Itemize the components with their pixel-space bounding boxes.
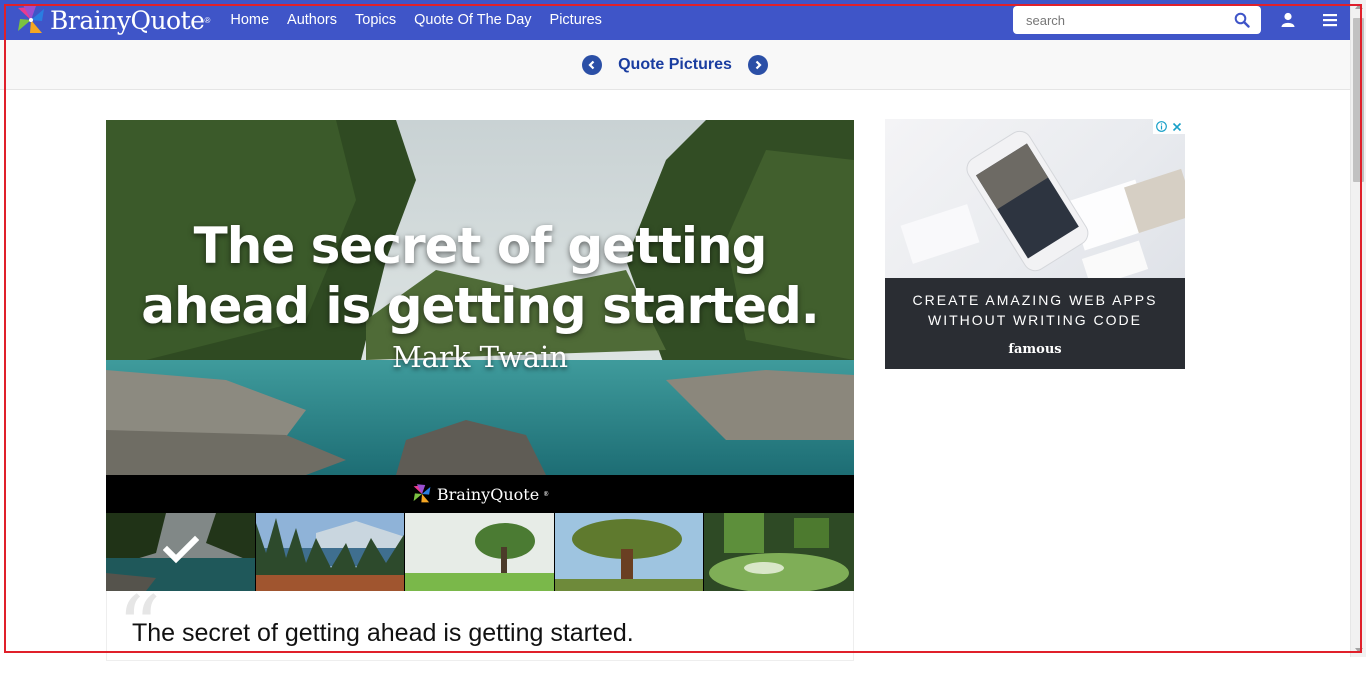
close-icon[interactable] <box>1172 122 1182 132</box>
search-icon[interactable] <box>1234 12 1250 28</box>
search-box <box>1013 6 1261 34</box>
previous-picture-button[interactable] <box>582 54 603 75</box>
pictures-subheader: Quote Pictures <box>0 40 1350 90</box>
page-title[interactable]: Quote Pictures <box>618 56 732 74</box>
pinwheel-logo-icon <box>413 484 431 503</box>
brand-registered: ® <box>543 490 550 498</box>
thumbnail-image <box>255 513 405 591</box>
ad-image <box>885 119 1185 288</box>
logo-text: BrainyQuote <box>50 5 205 35</box>
nav-topics[interactable]: Topics <box>355 12 396 28</box>
brand-text: BrainyQuote <box>436 484 540 504</box>
thumbnail-image <box>405 513 554 591</box>
background-thumbnails <box>106 513 854 591</box>
pinwheel-logo-icon <box>18 5 44 33</box>
top-navbar: BrainyQuote ® Home Authors Topics Quote O… <box>0 0 1350 40</box>
scroll-down-arrow-icon[interactable] <box>1355 648 1363 653</box>
brainyquote-logo[interactable]: BrainyQuote ® <box>14 0 210 40</box>
scroll-up-arrow-icon[interactable] <box>1355 4 1363 9</box>
thumbnail-lake-pines[interactable] <box>255 513 405 591</box>
quote-picture[interactable]: The secret of getting ahead is getting s… <box>106 120 854 475</box>
chevron-right-icon <box>755 60 762 69</box>
nav-authors[interactable]: Authors <box>287 12 337 28</box>
ad-headline-2: WITHOUT WRITING CODE <box>928 312 1142 328</box>
nav-quote-of-the-day[interactable]: Quote Of The Day <box>414 12 531 28</box>
thumbnail-forest-flowers[interactable] <box>704 513 854 591</box>
logo-registered: ® <box>204 15 211 25</box>
picture-quote-line-1: The secret of getting <box>193 217 768 275</box>
nav-home[interactable]: Home <box>230 12 269 28</box>
ad-brand: famous <box>1008 342 1062 357</box>
scroll-thumb[interactable] <box>1353 18 1364 182</box>
quote-card: “ The secret of getting ahead is getting… <box>106 585 854 671</box>
picture-brand-bar: BrainyQuote ® <box>106 475 854 513</box>
search-input[interactable] <box>1013 7 1223 33</box>
main-nav: Home Authors Topics Quote Of The Day Pic… <box>230 12 620 28</box>
advertisement[interactable]: CREATE AMAZING WEB APPS WITHOUT WRITING … <box>885 119 1185 369</box>
ad-text-panel: CREATE AMAZING WEB APPS WITHOUT WRITING … <box>885 278 1185 369</box>
chevron-left-icon <box>588 60 595 69</box>
thumbnail-meadow-tree[interactable] <box>405 513 554 591</box>
checkmark-icon <box>163 535 199 564</box>
hamburger-menu-icon[interactable] <box>1322 13 1338 27</box>
phone-mockup-image <box>900 130 1185 288</box>
thumbnail-image <box>704 513 854 591</box>
ad-choices[interactable] <box>1153 119 1185 134</box>
picture-author: Mark Twain <box>391 340 568 374</box>
picture-quote-line-2: ahead is getting started. <box>141 277 820 335</box>
picture-quote-text: The secret of getting ahead is getting s… <box>106 216 854 336</box>
next-picture-button[interactable] <box>747 54 768 75</box>
page-scrollbar[interactable] <box>1350 0 1366 657</box>
quote-text[interactable]: The secret of getting ahead is getting s… <box>132 619 634 648</box>
user-icon[interactable] <box>1280 12 1296 28</box>
thumbnail-lone-pine[interactable] <box>554 513 704 591</box>
info-icon[interactable] <box>1155 121 1167 132</box>
ad-headline-1: CREATE AMAZING WEB APPS <box>912 292 1158 308</box>
nav-pictures[interactable]: Pictures <box>550 12 602 28</box>
thumbnail-image <box>554 513 704 591</box>
